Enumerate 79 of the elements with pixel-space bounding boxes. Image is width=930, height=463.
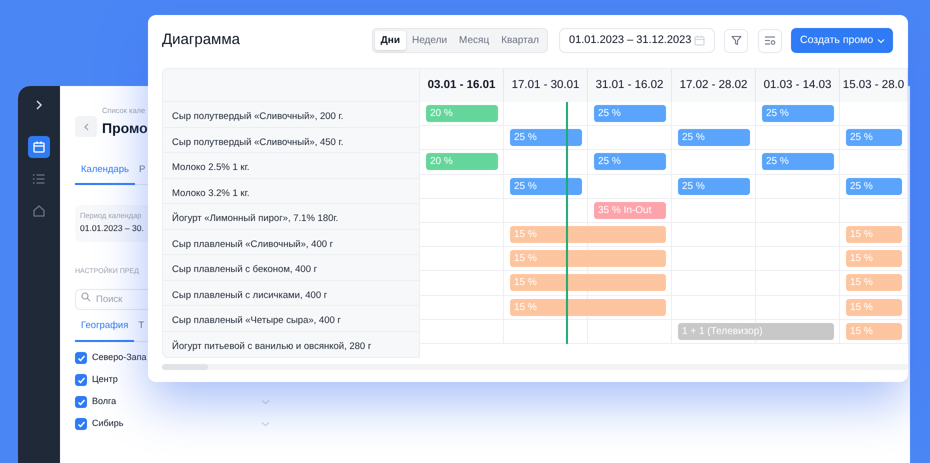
checkbox[interactable] bbox=[75, 396, 87, 408]
caret-icon bbox=[877, 38, 885, 44]
row-label: Сыр плавленый «Четыре сыра», 400 г bbox=[172, 314, 341, 328]
column-header: 31.01 - 16.02 bbox=[596, 78, 664, 93]
scrollbar-thumb[interactable] bbox=[162, 364, 208, 370]
view-tab[interactable]: Недели bbox=[406, 31, 454, 50]
sidebar-button[interactable] bbox=[28, 136, 50, 158]
row-label: Сыр полутвердый «Сливочный», 200 г. bbox=[172, 110, 344, 124]
region-label: Сибирь bbox=[92, 417, 124, 430]
sliders-icon bbox=[764, 35, 776, 46]
search-icon bbox=[81, 292, 91, 302]
calendar-icon bbox=[32, 140, 46, 154]
promo-bar: 25 % bbox=[762, 153, 834, 170]
promo-bar: 25 % bbox=[510, 178, 582, 195]
calendar-icon bbox=[694, 35, 705, 46]
chevron-right-icon[interactable] bbox=[35, 100, 43, 110]
promo-bar: 15 % bbox=[510, 226, 666, 244]
promo-bar: 15 % bbox=[846, 298, 902, 316]
column-header: 01.03 - 14.03 bbox=[764, 78, 832, 93]
region-label: Центр bbox=[92, 373, 118, 386]
column-header: 17.02 - 28.02 bbox=[680, 78, 748, 93]
promo-bar: 25 % bbox=[762, 105, 834, 122]
page-title: Промо bbox=[102, 119, 148, 137]
promo-bar: 25 % bbox=[846, 178, 902, 195]
row-label: Йогурт питьевой с ванилью и овсянкой, 280 г bbox=[172, 340, 372, 354]
view-tab[interactable]: Месяц bbox=[453, 31, 496, 50]
column-header: 17.01 - 30.01 bbox=[512, 78, 580, 93]
settings-button[interactable] bbox=[758, 28, 782, 52]
column-header: 03.01 - 16.01 bbox=[428, 78, 496, 93]
promo-bar: 15 % bbox=[846, 250, 902, 268]
row-label: Молоко 3.2% 1 кг. bbox=[172, 186, 250, 201]
tab[interactable]: Календарь bbox=[75, 163, 135, 186]
scrollbar[interactable] bbox=[162, 364, 908, 370]
promo-bar: 25 % bbox=[510, 129, 582, 146]
view-tab[interactable]: Квартал bbox=[495, 31, 545, 50]
promo-bar: 25 % bbox=[594, 105, 666, 122]
home-icon bbox=[32, 204, 46, 218]
row-label: Сыр плавленый с лисичками, 400 г bbox=[172, 288, 328, 303]
row-label: Сыр полутвердый «Сливочный», 450 г. bbox=[172, 136, 344, 150]
promo-bar: 15 % bbox=[510, 298, 666, 316]
check-icon bbox=[76, 420, 86, 428]
column-header: 15.03 - 28.0 bbox=[842, 78, 904, 93]
date-range-field[interactable]: 01.01.2023 – 31.12.2023 bbox=[559, 28, 715, 53]
promo-bar: 15 % bbox=[510, 250, 666, 268]
promo-bar: 25 % bbox=[594, 153, 666, 170]
view-tab[interactable]: Дни bbox=[374, 31, 406, 50]
promo-bar: 35 % In-Out bbox=[594, 202, 666, 219]
row-label: Сыр плавленый с беконом, 400 г bbox=[172, 263, 318, 278]
row-label: Сыр плавленый «Сливочный», 400 г bbox=[172, 238, 334, 252]
chevron-left-icon bbox=[82, 122, 90, 130]
promo-bar: 20 % bbox=[426, 153, 498, 170]
region-label: Волга bbox=[92, 395, 116, 408]
tab[interactable]: Т bbox=[135, 319, 144, 342]
region-label: Северо-Запа bbox=[92, 351, 147, 364]
tab[interactable]: География bbox=[75, 319, 134, 342]
promo-bar: 20 % bbox=[426, 105, 498, 122]
check-icon bbox=[76, 376, 86, 384]
promo-bar: 25 % bbox=[678, 178, 750, 195]
create-promo-button[interactable]: Создать промо bbox=[791, 28, 893, 53]
promo-bar: 15 % bbox=[846, 274, 902, 292]
card-title: Диаграмма bbox=[162, 30, 240, 50]
promo-bar: 15 % bbox=[846, 226, 902, 244]
row-label: Йогурт «Лимонный пирог», 7.1% 180г. bbox=[172, 212, 338, 226]
check-icon bbox=[76, 354, 86, 362]
promo-bar: 25 % bbox=[678, 129, 750, 146]
checkbox[interactable] bbox=[75, 418, 87, 430]
search-field[interactable]: Поиск bbox=[75, 289, 148, 310]
row-label: Молоко 2.5% 1 кг. bbox=[172, 161, 250, 176]
promo-bar: 25 % bbox=[846, 129, 902, 146]
check-icon bbox=[76, 398, 86, 406]
filter-button[interactable] bbox=[724, 28, 748, 52]
checkbox[interactable] bbox=[75, 352, 87, 364]
period-value: 01.01.2023 – 30. bbox=[80, 222, 144, 236]
checkbox[interactable] bbox=[75, 374, 87, 386]
filter-icon bbox=[730, 35, 742, 46]
tab[interactable]: Р bbox=[136, 163, 146, 186]
promo-bar: 15 % bbox=[846, 322, 902, 340]
list-icon bbox=[32, 172, 46, 186]
promo-bar: 15 % bbox=[510, 274, 666, 292]
